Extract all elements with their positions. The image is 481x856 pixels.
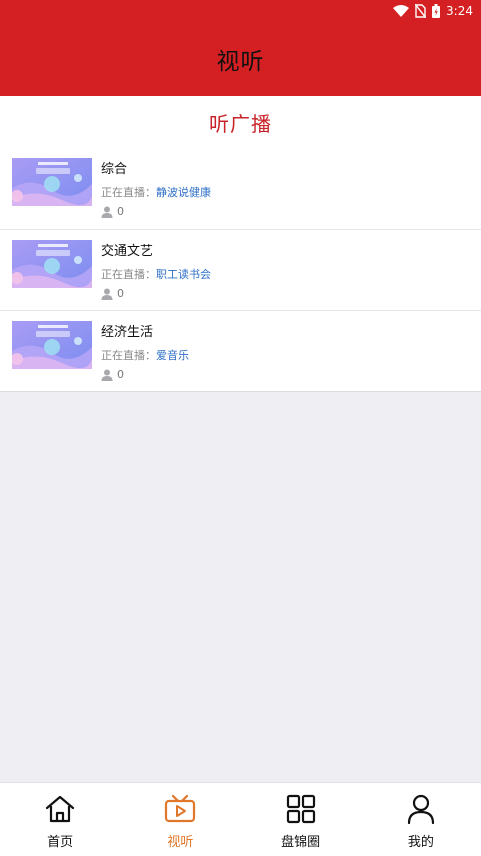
now-playing-label: 正在直播： — [101, 349, 156, 362]
section-title: 听广播 — [209, 111, 272, 136]
status-icons: 3:24 — [393, 3, 473, 19]
person-icon — [101, 206, 113, 218]
tab-mine[interactable]: 我的 — [361, 783, 481, 856]
listener-count: 0 — [117, 287, 124, 300]
radio-item[interactable]: 经济生活 正在直播：爱音乐 0 — [0, 310, 481, 391]
home-icon — [44, 793, 76, 825]
radio-thumbnail — [12, 240, 92, 288]
radio-item[interactable]: 交通文艺 正在直播：职工读书会 0 — [0, 229, 481, 310]
tab-label: 我的 — [407, 835, 434, 850]
person-icon — [405, 793, 437, 825]
wifi-icon — [393, 5, 410, 17]
page-title: 视听 — [216, 49, 265, 75]
listener-count: 0 — [117, 205, 124, 218]
now-playing-label: 正在直播： — [101, 186, 156, 199]
radio-item[interactable]: 综合 正在直播：静波说健康 0 — [0, 148, 481, 229]
bottom-tab-bar: 首页 视听 盘锦圈 我的 — [0, 782, 481, 856]
tv-play-icon — [164, 793, 196, 825]
now-playing-show[interactable]: 爱音乐 — [156, 349, 189, 362]
now-playing-row: 正在直播：职工读书会 — [101, 266, 211, 282]
radio-list: 综合 正在直播：静波说健康 0 交通文艺 正在直播：职工读书会 0 经济生活 正… — [0, 148, 481, 392]
now-playing-row: 正在直播：静波说健康 — [101, 184, 211, 200]
listener-count-row: 0 — [101, 287, 124, 300]
tab-label: 视听 — [167, 835, 194, 850]
status-bar: 3:24 — [0, 0, 481, 22]
listener-count: 0 — [117, 368, 124, 381]
tab-panjin-circle[interactable]: 盘锦圈 — [241, 783, 361, 856]
no-sim-icon — [415, 4, 427, 18]
person-icon — [101, 288, 113, 300]
grid-icon — [285, 793, 317, 825]
battery-icon — [432, 4, 441, 18]
section-header: 听广播 — [0, 96, 481, 148]
radio-thumbnail — [12, 158, 92, 206]
status-time: 3:24 — [446, 4, 473, 18]
tab-label: 首页 — [47, 835, 74, 850]
person-icon — [101, 369, 113, 381]
listener-count-row: 0 — [101, 368, 124, 381]
tab-audio-video[interactable]: 视听 — [120, 783, 240, 856]
now-playing-show[interactable]: 静波说健康 — [156, 186, 211, 199]
tab-home[interactable]: 首页 — [0, 783, 120, 856]
tab-label: 盘锦圈 — [281, 835, 321, 850]
radio-item-title: 经济生活 — [101, 325, 154, 340]
radio-item-title: 综合 — [101, 162, 128, 177]
now-playing-row: 正在直播：爱音乐 — [101, 347, 189, 363]
now-playing-label: 正在直播： — [101, 268, 156, 281]
listener-count-row: 0 — [101, 205, 124, 218]
radio-item-title: 交通文艺 — [101, 244, 154, 259]
radio-thumbnail — [12, 321, 92, 369]
app-bar: 视听 — [0, 22, 481, 96]
now-playing-show[interactable]: 职工读书会 — [156, 268, 211, 281]
